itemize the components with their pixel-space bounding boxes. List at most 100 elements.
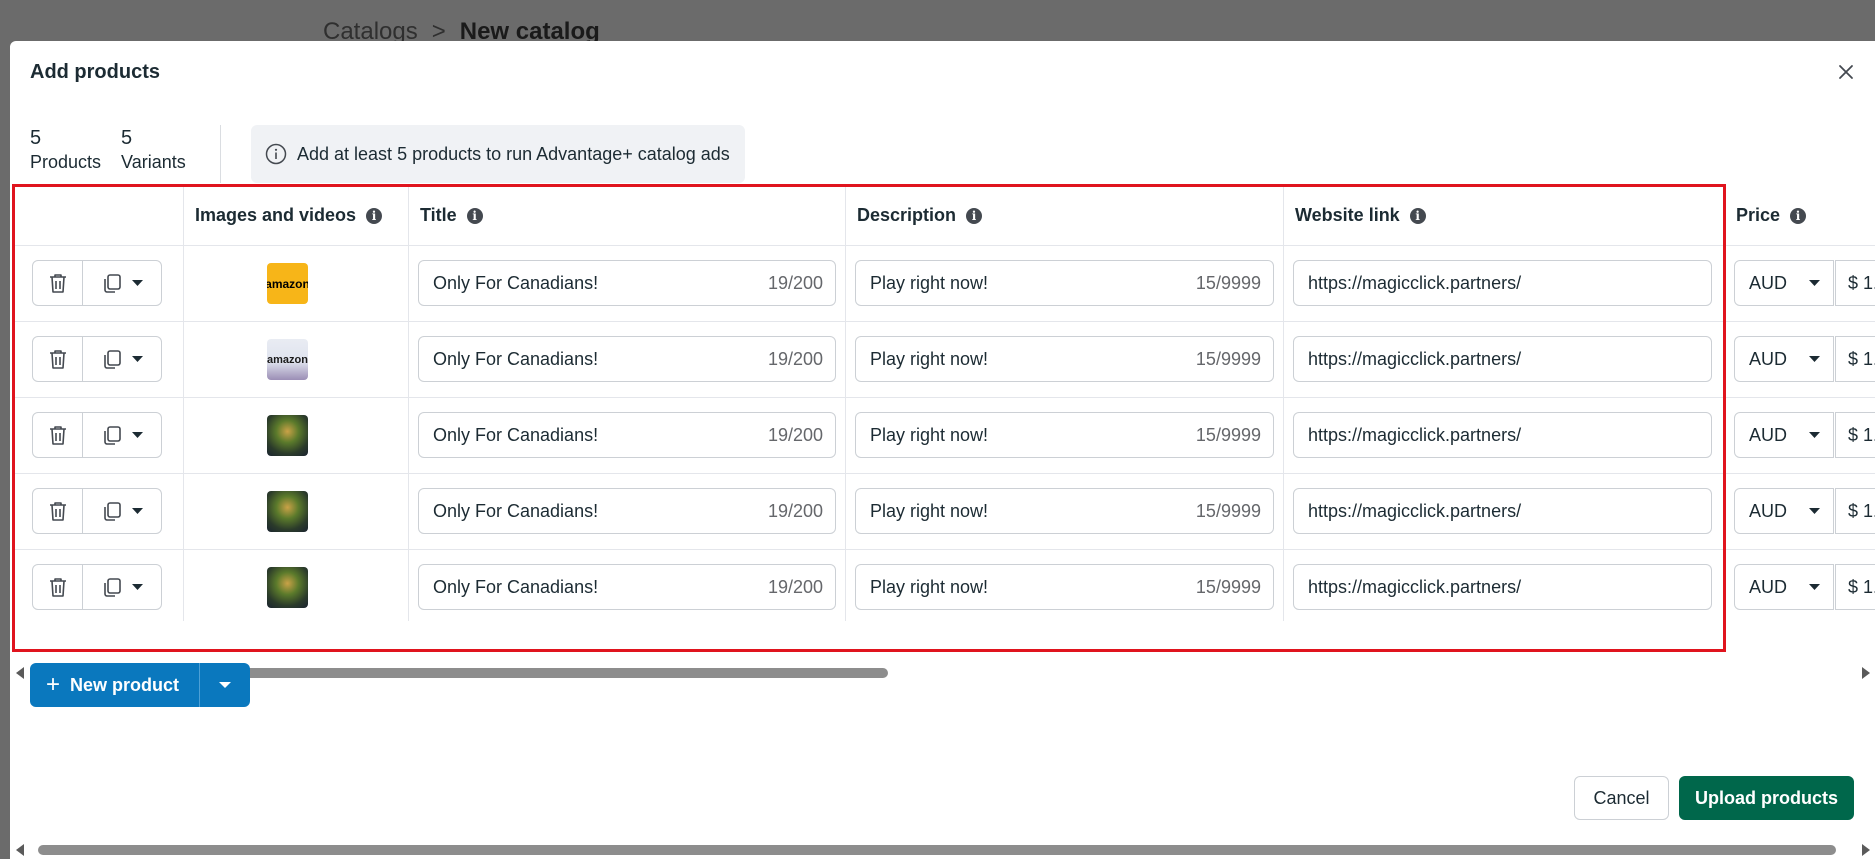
modal-horizontal-scrollbar[interactable] bbox=[14, 842, 1875, 856]
col-website-label: Website link bbox=[1295, 205, 1400, 225]
info-banner: Add at least 5 products to run Advantage… bbox=[251, 125, 745, 183]
info-icon[interactable]: i bbox=[1790, 207, 1807, 224]
info-icon[interactable]: i bbox=[966, 207, 983, 224]
caret-down-icon bbox=[1809, 280, 1820, 286]
trash-icon bbox=[49, 426, 66, 445]
close-button[interactable] bbox=[1833, 59, 1859, 85]
currency-select[interactable]: AUD bbox=[1734, 336, 1834, 382]
stat-variants: 5 Variants bbox=[121, 126, 186, 174]
title-input[interactable]: Only For Canadians! 19/200 bbox=[418, 488, 836, 534]
products-label: Products bbox=[30, 152, 102, 172]
new-product-split-button: + New product bbox=[30, 663, 251, 707]
scrollbar-thumb[interactable] bbox=[38, 845, 1836, 855]
col-images-header: Images and videos i bbox=[185, 185, 383, 246]
currency-select[interactable]: AUD bbox=[1734, 412, 1834, 458]
trash-icon bbox=[49, 350, 66, 369]
price-input[interactable]: $ 1.0 bbox=[1835, 412, 1875, 458]
title-input[interactable]: Only For Canadians! 19/200 bbox=[418, 336, 836, 382]
table-row: Only For Canadians! 19/200 Play right now!… bbox=[12, 398, 1875, 474]
description-value: Play right now! bbox=[870, 424, 989, 445]
duplicate-row-button[interactable] bbox=[83, 337, 161, 381]
products-table: Images and videos i Title i Description … bbox=[12, 185, 1875, 621]
description-input[interactable]: Play right now! 15/9999 bbox=[855, 488, 1274, 534]
currency-value: AUD bbox=[1749, 500, 1788, 521]
table-row: amazon Only For Canadians! 19/200 Play righ… bbox=[12, 322, 1875, 398]
title-char-count: 19/200 bbox=[767, 348, 823, 369]
info-icon[interactable]: i bbox=[366, 207, 383, 224]
caret-down-icon bbox=[131, 584, 143, 590]
col-description-label: Description bbox=[857, 205, 957, 225]
stat-products: 5 Products bbox=[30, 126, 101, 174]
description-char-count: 15/9999 bbox=[1195, 272, 1261, 293]
duplicate-icon bbox=[103, 350, 121, 369]
new-product-label: New product bbox=[70, 674, 180, 695]
new-product-button[interactable]: + New product bbox=[30, 663, 201, 707]
cancel-button[interactable]: Cancel bbox=[1574, 776, 1669, 820]
thumbnail-text: amazon bbox=[267, 353, 308, 366]
close-icon bbox=[1839, 65, 1853, 79]
scroll-left-icon[interactable] bbox=[16, 667, 24, 679]
scroll-right-icon[interactable] bbox=[1862, 667, 1870, 679]
description-char-count: 15/9999 bbox=[1195, 348, 1261, 369]
duplicate-row-button[interactable] bbox=[83, 489, 161, 533]
currency-select[interactable]: AUD bbox=[1734, 260, 1834, 306]
row-actions bbox=[32, 564, 162, 610]
row-actions bbox=[32, 412, 162, 458]
delete-row-button[interactable] bbox=[33, 261, 83, 305]
product-thumbnail[interactable]: amazon bbox=[267, 263, 308, 304]
info-icon[interactable]: i bbox=[466, 207, 483, 224]
website-link-input[interactable]: https://magicclick.partners/ bbox=[1293, 260, 1712, 306]
product-thumbnail[interactable] bbox=[267, 491, 308, 532]
info-icon[interactable]: i bbox=[1409, 207, 1426, 224]
description-char-count: 15/9999 bbox=[1195, 576, 1261, 597]
duplicate-icon bbox=[103, 502, 121, 521]
table-horizontal-scrollbar[interactable] bbox=[14, 665, 1875, 679]
row-actions bbox=[32, 488, 162, 534]
website-link-input[interactable]: https://magicclick.partners/ bbox=[1293, 412, 1712, 458]
price-input[interactable]: $ 1.0 bbox=[1835, 260, 1875, 306]
new-product-dropdown[interactable] bbox=[200, 663, 250, 707]
description-input[interactable]: Play right now! 15/9999 bbox=[855, 260, 1274, 306]
description-input[interactable]: Play right now! 15/9999 bbox=[855, 564, 1274, 610]
title-value: Only For Canadians! bbox=[433, 576, 599, 597]
duplicate-row-button[interactable] bbox=[83, 261, 161, 305]
currency-select[interactable]: AUD bbox=[1734, 564, 1834, 610]
trash-icon bbox=[49, 502, 66, 521]
price-input[interactable]: $ 1.0 bbox=[1835, 336, 1875, 382]
add-products-modal: Add products 5 Products 5 Variants Add a… bbox=[10, 41, 1875, 859]
price-value: $ 1.0 bbox=[1848, 272, 1875, 293]
caret-down-icon bbox=[131, 356, 143, 362]
description-value: Play right now! bbox=[870, 500, 989, 521]
scroll-left-icon[interactable] bbox=[16, 844, 24, 856]
duplicate-row-button[interactable] bbox=[83, 565, 161, 609]
col-title-label: Title bbox=[420, 205, 457, 225]
row-actions bbox=[32, 260, 162, 306]
website-link-input[interactable]: https://magicclick.partners/ bbox=[1293, 564, 1712, 610]
duplicate-row-button[interactable] bbox=[83, 413, 161, 457]
description-input[interactable]: Play right now! 15/9999 bbox=[855, 412, 1274, 458]
price-input[interactable]: $ 1.0 bbox=[1835, 488, 1875, 534]
upload-products-button[interactable]: Upload products bbox=[1679, 776, 1854, 820]
duplicate-icon bbox=[103, 274, 121, 293]
delete-row-button[interactable] bbox=[33, 565, 83, 609]
delete-row-button[interactable] bbox=[33, 489, 83, 533]
col-images-label: Images and videos bbox=[195, 205, 357, 225]
col-description-header: Description i bbox=[847, 185, 983, 246]
title-input[interactable]: Only For Canadians! 19/200 bbox=[418, 564, 836, 610]
product-thumbnail[interactable] bbox=[267, 415, 308, 456]
product-thumbnail[interactable]: amazon bbox=[267, 339, 308, 380]
currency-value: AUD bbox=[1749, 424, 1788, 445]
col-title-header: Title i bbox=[410, 185, 483, 246]
price-input[interactable]: $ 1.0 bbox=[1835, 564, 1875, 610]
product-thumbnail[interactable] bbox=[267, 567, 308, 608]
scroll-right-icon[interactable] bbox=[1862, 844, 1870, 856]
variants-count: 5 bbox=[121, 127, 133, 149]
description-input[interactable]: Play right now! 15/9999 bbox=[855, 336, 1274, 382]
website-link-input[interactable]: https://magicclick.partners/ bbox=[1293, 488, 1712, 534]
title-input[interactable]: Only For Canadians! 19/200 bbox=[418, 260, 836, 306]
delete-row-button[interactable] bbox=[33, 413, 83, 457]
website-link-input[interactable]: https://magicclick.partners/ bbox=[1293, 336, 1712, 382]
currency-select[interactable]: AUD bbox=[1734, 488, 1834, 534]
delete-row-button[interactable] bbox=[33, 337, 83, 381]
title-input[interactable]: Only For Canadians! 19/200 bbox=[418, 412, 836, 458]
